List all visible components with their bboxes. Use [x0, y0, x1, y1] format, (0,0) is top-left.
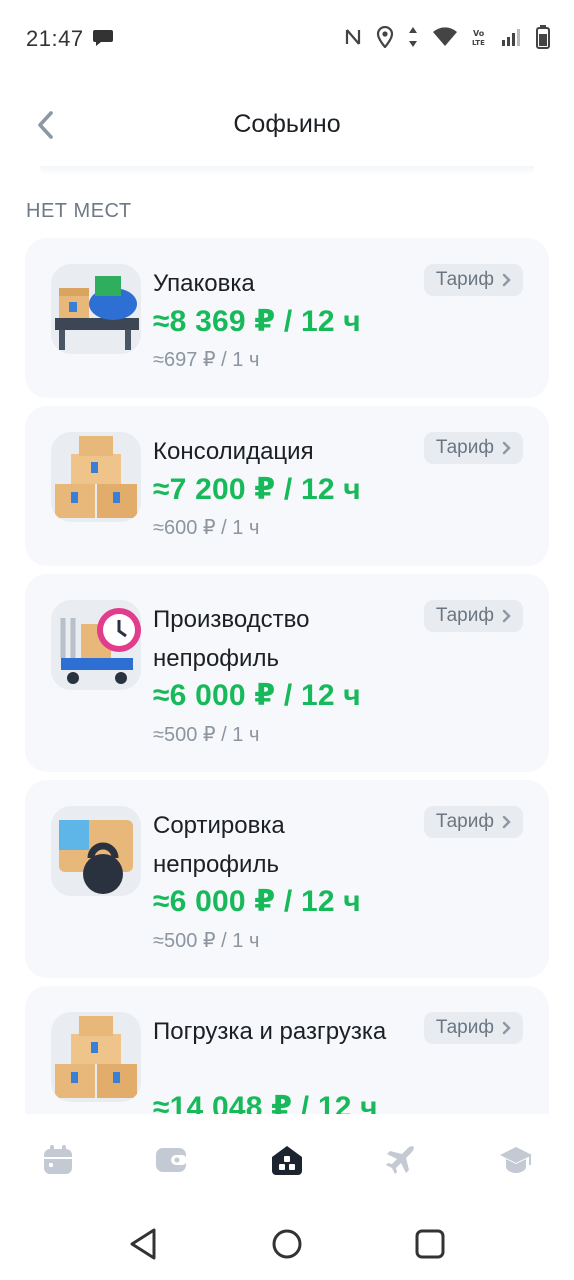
- square-recents-icon: [415, 1229, 445, 1259]
- volte-icon: Vo LTE: [472, 27, 488, 52]
- system-nav-bar: [0, 1206, 574, 1280]
- tariff-label: Тариф: [435, 437, 494, 458]
- shift-price: ≈6 000 ₽ / 12 ч: [153, 885, 361, 918]
- shift-name: Сортировка непрофиль: [153, 812, 285, 878]
- chevron-right-icon: [502, 441, 511, 455]
- packaging-icon: [51, 264, 141, 354]
- shift-price: ≈14 048 ₽ / 12 ч: [153, 1091, 378, 1114]
- nav-home[interactable]: [269, 1142, 305, 1178]
- system-back-button[interactable]: [123, 1224, 163, 1264]
- shift-price: ≈6 000 ₽ / 12 ч: [153, 679, 361, 712]
- shift-hourly: ≈500 ₽ / 1 ч: [153, 930, 260, 952]
- location-icon: [376, 25, 394, 53]
- triangle-back-icon: [130, 1228, 156, 1260]
- nav-calendar[interactable]: [40, 1142, 76, 1178]
- tariff-button[interactable]: Тариф: [423, 264, 523, 296]
- tariff-button[interactable]: Тариф: [423, 1012, 523, 1044]
- shift-card-production[interactable]: Производство непрофиль ≈6 000 ₽ / 12 ч ≈…: [25, 574, 549, 772]
- nav-wallet[interactable]: [154, 1142, 190, 1178]
- tariff-button[interactable]: Тариф: [423, 600, 523, 632]
- shift-list[interactable]: Упаковка ≈8 369 ₽ / 12 ч ≈697 ₽ / 1 ч Та…: [0, 236, 574, 1114]
- system-home-button[interactable]: [267, 1224, 307, 1264]
- tariff-label: Тариф: [435, 1017, 494, 1038]
- nfc-icon: [344, 26, 362, 53]
- status-time: 21:47: [26, 26, 84, 51]
- shift-hourly: ≈500 ₽ / 1 ч: [153, 724, 260, 746]
- calendar-icon: [44, 1145, 72, 1174]
- boxes-icon: [51, 432, 141, 522]
- signal-icon: [502, 28, 522, 51]
- shift-hourly: ≈697 ₽ / 1 ч: [153, 349, 260, 371]
- chevron-right-icon: [502, 815, 511, 829]
- shift-card-consolidation[interactable]: Консолидация ≈7 200 ₽ / 12 ч ≈600 ₽ / 1 …: [25, 406, 549, 566]
- shift-name: Консолидация: [153, 438, 314, 465]
- section-title: НЕТ МЕСТ: [26, 200, 132, 222]
- shift-name: Упаковка: [153, 270, 255, 297]
- status-icons: Vo LTE: [344, 25, 550, 54]
- cart-clock-icon: [51, 600, 141, 690]
- svg-text:LTE: LTE: [472, 39, 485, 47]
- bottom-nav: [0, 1114, 574, 1206]
- battery-icon: [536, 25, 550, 54]
- tariff-label: Тариф: [435, 811, 494, 832]
- tariff-button[interactable]: Тариф: [423, 806, 523, 838]
- shift-hourly: ≈600 ₽ / 1 ч: [153, 517, 260, 539]
- box-kettlebell-icon: [51, 806, 141, 896]
- header-divider: [40, 166, 534, 176]
- shift-card-loading[interactable]: Погрузка и разгрузка ≈14 048 ₽ / 12 ч Та…: [25, 986, 549, 1114]
- home-icon: [272, 1146, 302, 1175]
- circle-home-icon: [272, 1229, 302, 1259]
- header: Софьино: [0, 86, 574, 166]
- wifi-icon: [432, 27, 458, 52]
- shift-price: ≈7 200 ₽ / 12 ч: [153, 473, 361, 506]
- plane-icon: [386, 1146, 414, 1174]
- chevron-right-icon: [502, 1021, 511, 1035]
- shift-card-packaging[interactable]: Упаковка ≈8 369 ₽ / 12 ч ≈697 ₽ / 1 ч Та…: [25, 238, 549, 398]
- graduation-cap-icon: [500, 1147, 532, 1173]
- svg-text:Vo: Vo: [473, 29, 485, 38]
- page-title: Софьино: [233, 110, 341, 138]
- chat-bubble-icon: [92, 28, 114, 53]
- boxes-icon: [51, 1012, 141, 1102]
- system-recents-button[interactable]: [410, 1224, 450, 1264]
- tariff-label: Тариф: [435, 605, 494, 626]
- shift-name: Погрузка и разгрузка: [153, 1018, 387, 1045]
- data-arrows-icon: [408, 26, 418, 53]
- chevron-right-icon: [502, 609, 511, 623]
- tariff-button[interactable]: Тариф: [423, 432, 523, 464]
- chevron-right-icon: [502, 273, 511, 287]
- shift-card-sorting[interactable]: Сортировка непрофиль ≈6 000 ₽ / 12 ч ≈50…: [25, 780, 549, 978]
- shift-name: Производство непрофиль: [153, 606, 310, 672]
- tariff-label: Тариф: [435, 269, 494, 290]
- nav-education[interactable]: [498, 1142, 534, 1178]
- shift-price: ≈8 369 ₽ / 12 ч: [153, 305, 361, 338]
- wallet-icon: [156, 1148, 187, 1172]
- status-bar: 21:47 Vo LTE: [0, 0, 574, 78]
- nav-travel[interactable]: [383, 1142, 419, 1178]
